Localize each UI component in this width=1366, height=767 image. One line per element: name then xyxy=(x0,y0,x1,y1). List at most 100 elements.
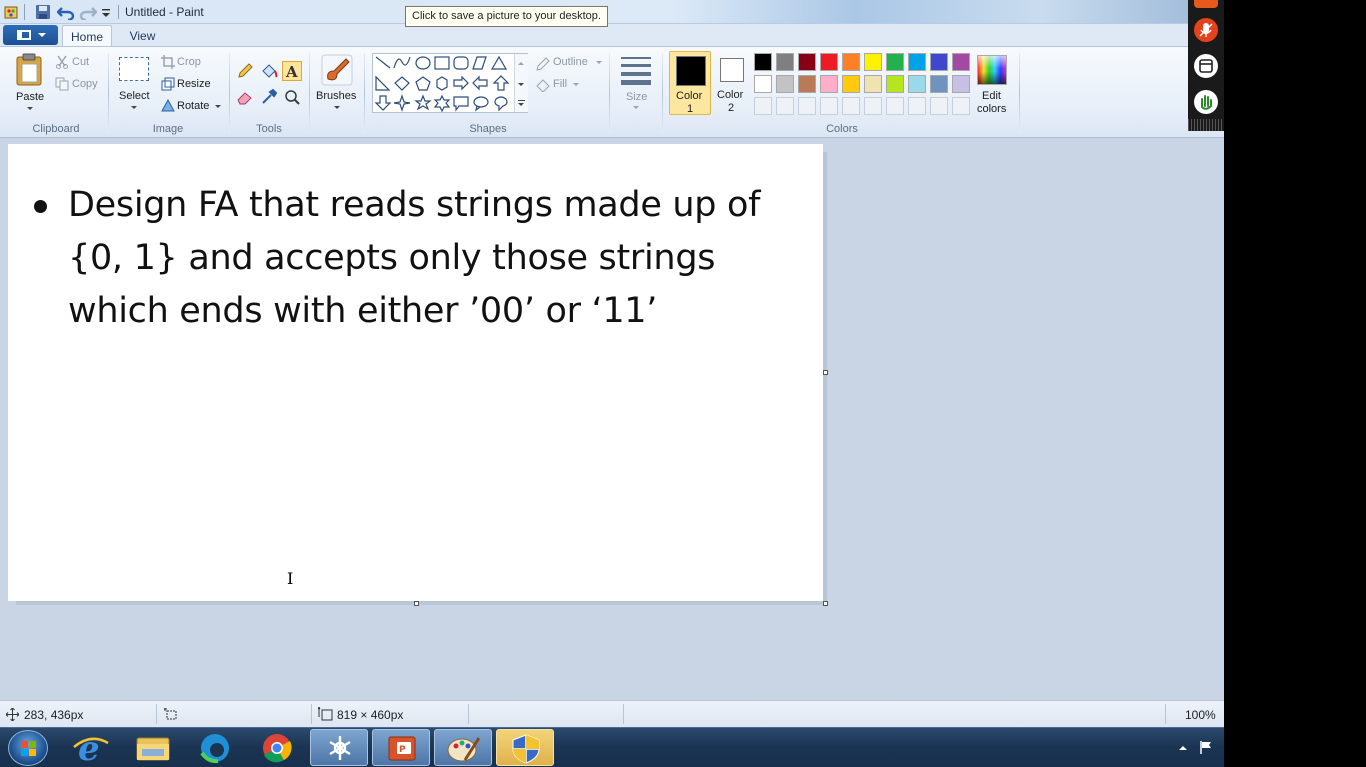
collapse-icon[interactable] xyxy=(1194,0,1218,8)
copy-icon xyxy=(55,77,69,91)
rotate-button[interactable]: Rotate xyxy=(177,100,209,112)
palette-swatch[interactable] xyxy=(864,53,882,71)
custom-color-slot[interactable] xyxy=(952,97,970,115)
microphone-mute-icon[interactable] xyxy=(1194,18,1218,42)
outline-button[interactable]: Outline xyxy=(553,56,588,68)
fill-dropdown-icon[interactable] xyxy=(573,83,579,86)
outline-icon xyxy=(536,57,550,71)
paint-app-icon[interactable] xyxy=(4,4,20,20)
size-button[interactable]: Size xyxy=(626,91,647,103)
undo-icon[interactable] xyxy=(57,4,75,20)
palette-swatch[interactable] xyxy=(930,75,948,93)
clipboard-group-label: Clipboard xyxy=(32,123,80,135)
status-bar: 283, 436px 819 × 460px 100% xyxy=(0,700,1224,727)
taskbar-paint[interactable] xyxy=(434,729,492,766)
microphone-icon xyxy=(1199,23,1213,37)
palette-swatch[interactable] xyxy=(864,75,882,93)
palette-swatch[interactable] xyxy=(908,53,926,71)
color-2-selector[interactable]: Color 2 xyxy=(712,51,752,115)
color-1-selector[interactable]: Color 1 xyxy=(669,51,711,115)
palette-swatch[interactable] xyxy=(930,53,948,71)
palette-swatch[interactable] xyxy=(776,53,794,71)
crop-icon xyxy=(161,55,175,69)
palette-swatch[interactable] xyxy=(798,75,816,93)
brushes-dropdown-icon[interactable] xyxy=(334,106,340,109)
eraser-tool[interactable] xyxy=(235,87,255,107)
palette-swatch[interactable] xyxy=(776,75,794,93)
palette-swatch[interactable] xyxy=(886,75,904,93)
fill-tool[interactable] xyxy=(259,61,279,81)
show-hidden-icons[interactable] xyxy=(1179,746,1187,750)
taskbar-internet-explorer[interactable]: e xyxy=(62,729,120,767)
save-icon[interactable] xyxy=(35,4,51,20)
taskbar-edge[interactable] xyxy=(186,729,244,766)
palette-swatch[interactable] xyxy=(820,53,838,71)
paint-window: Untitled - Paint Click to save a picture… xyxy=(0,0,1224,727)
edit-colors-label-1[interactable]: Edit xyxy=(982,90,1001,102)
select-icon[interactable] xyxy=(119,57,149,81)
custom-color-slot[interactable] xyxy=(930,97,948,115)
start-button[interactable] xyxy=(8,730,48,766)
taskbar-settings-app[interactable] xyxy=(310,729,368,766)
tab-home[interactable]: Home xyxy=(62,25,112,47)
palette-swatch[interactable] xyxy=(754,53,772,71)
taskbar-security-shield[interactable] xyxy=(496,729,554,766)
custom-color-slot[interactable] xyxy=(798,97,816,115)
paste-dropdown-icon[interactable] xyxy=(27,107,33,110)
palette-swatch[interactable] xyxy=(886,53,904,71)
pencil-tool[interactable] xyxy=(235,61,255,81)
resize-handle-corner[interactable] xyxy=(823,601,828,606)
taskbar-presentation-app[interactable]: P xyxy=(372,729,430,766)
brushes-icon[interactable] xyxy=(320,53,354,87)
paint-menu-button[interactable] xyxy=(3,25,58,45)
fill-button[interactable]: Fill xyxy=(553,78,567,90)
palette-swatch[interactable] xyxy=(908,75,926,93)
resize-button[interactable]: Resize xyxy=(177,78,211,90)
color-picker-tool[interactable] xyxy=(259,87,279,107)
brushes-button[interactable]: Brushes xyxy=(316,90,356,102)
size-icon[interactable] xyxy=(619,55,653,87)
select-button[interactable]: Select xyxy=(119,90,150,102)
palette-swatch[interactable] xyxy=(842,75,860,93)
palette-swatch[interactable] xyxy=(842,53,860,71)
cut-button[interactable]: Cut xyxy=(72,56,89,68)
custom-color-slot[interactable] xyxy=(908,97,926,115)
custom-color-slot[interactable] xyxy=(864,97,882,115)
taskbar-chrome[interactable] xyxy=(248,729,306,766)
edit-colors-label-2[interactable]: colors xyxy=(977,103,1006,115)
taskbar-file-explorer[interactable] xyxy=(124,729,182,766)
palette-swatch[interactable] xyxy=(798,53,816,71)
custom-color-slot[interactable] xyxy=(820,97,838,115)
size-dropdown-icon[interactable] xyxy=(633,106,639,109)
redo-icon[interactable] xyxy=(79,4,97,20)
select-dropdown-icon[interactable] xyxy=(131,106,137,109)
outline-dropdown-icon[interactable] xyxy=(596,61,602,64)
zoom-level[interactable]: 100% xyxy=(1185,708,1216,722)
custom-color-slot[interactable] xyxy=(776,97,794,115)
magnifier-tool[interactable] xyxy=(282,87,302,107)
palette-swatch[interactable] xyxy=(952,53,970,71)
shapes-scroll[interactable] xyxy=(514,54,528,112)
custom-color-slot[interactable] xyxy=(886,97,904,115)
chrome-icon xyxy=(263,734,292,763)
palette-swatch[interactable] xyxy=(952,75,970,93)
raise-hand-icon[interactable] xyxy=(1194,90,1218,114)
paste-button[interactable]: Paste xyxy=(16,91,44,103)
paste-icon[interactable] xyxy=(14,53,46,87)
action-center-flag-icon[interactable] xyxy=(1198,739,1214,755)
save-tooltip: Click to save a picture to your desktop. xyxy=(405,6,608,27)
tab-view[interactable]: View xyxy=(120,25,165,47)
window-view-icon[interactable] xyxy=(1194,54,1218,78)
palette-swatch[interactable] xyxy=(820,75,838,93)
text-tool[interactable]: A xyxy=(282,61,302,81)
custom-color-slot[interactable] xyxy=(754,97,772,115)
customize-quick-access-icon[interactable] xyxy=(100,4,112,20)
rotate-dropdown-icon[interactable] xyxy=(215,105,221,108)
resize-handle-right[interactable] xyxy=(823,370,828,375)
palette-swatch[interactable] xyxy=(754,75,772,93)
crop-button[interactable]: Crop xyxy=(177,56,201,68)
edit-colors-icon[interactable] xyxy=(977,55,1007,85)
custom-color-slot[interactable] xyxy=(842,97,860,115)
copy-button[interactable]: Copy xyxy=(72,78,98,90)
resize-handle-bottom[interactable] xyxy=(414,601,419,606)
